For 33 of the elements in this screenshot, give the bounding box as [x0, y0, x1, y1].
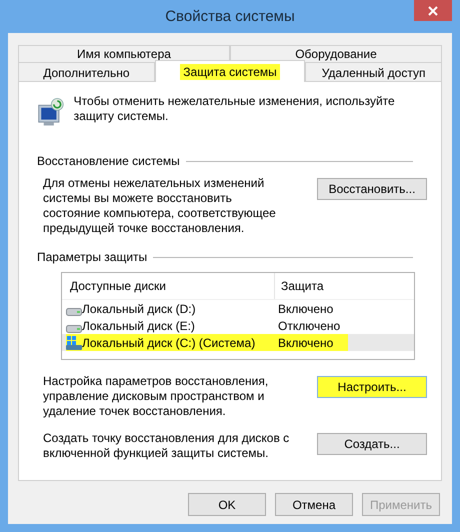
column-header[interactable]: Доступные диски	[62, 273, 275, 299]
configure-button[interactable]: Настроить...	[317, 376, 427, 398]
dialog-button[interactable]: Отмена	[275, 493, 353, 516]
tab[interactable]: Защита системы	[154, 60, 306, 82]
group-title: Параметры защиты	[37, 250, 148, 264]
drive-row[interactable]: Локальный диск (C:) (Система) Включено	[62, 334, 414, 351]
table-cell: Отключено	[278, 318, 340, 332]
table-cell-text: Локальный диск (E:)	[82, 318, 196, 332]
create-button[interactable]: Создать...	[317, 433, 427, 455]
drive-icon	[66, 308, 82, 316]
close-icon	[428, 6, 438, 16]
tab[interactable]: Имя компьютера	[18, 45, 230, 62]
drive-row[interactable]: Локальный диск (E:) Отключено	[62, 317, 414, 334]
system-drive-icon	[66, 334, 82, 350]
tab[interactable]: Оборудование	[230, 45, 442, 62]
intro-text: Чтобы отменить нежелательные изменения, используйте защиту системы.	[74, 94, 396, 124]
window-title: Свойства системы	[165, 8, 295, 25]
tab[interactable]: Дополнительно	[18, 62, 155, 82]
drive-row[interactable]: Локальный диск (D:) Включено	[62, 300, 414, 317]
drive-icon	[66, 324, 82, 332]
table-cell: Включено	[278, 302, 334, 316]
column-header[interactable]: Защита	[275, 279, 324, 293]
tab[interactable]: Удаленный доступ	[305, 62, 442, 82]
create-description: Создать точку восстановления для дисков с включенной функцией защиты системы.	[43, 431, 290, 461]
close-button[interactable]	[414, 0, 452, 21]
group-title: Восстановление системы	[37, 154, 180, 168]
dialog-button[interactable]: OK	[188, 493, 266, 516]
table-cell: Включено	[278, 336, 334, 350]
restore-description: Для отмены нежелательных изменений системы вы можете восстановить состояние компьютера, соответствующее предыдущей точке восстановления.	[43, 176, 277, 236]
table-cell-text: Локальный диск (D:)	[82, 302, 197, 316]
restore-button[interactable]: Восстановить...	[317, 178, 427, 200]
table-cell-text: Локальный диск (C:) (Система)	[82, 336, 256, 350]
configure-description: Настройка параметров восстановления, управление дисковым пространством и удаление точек восстановления.	[43, 374, 270, 419]
